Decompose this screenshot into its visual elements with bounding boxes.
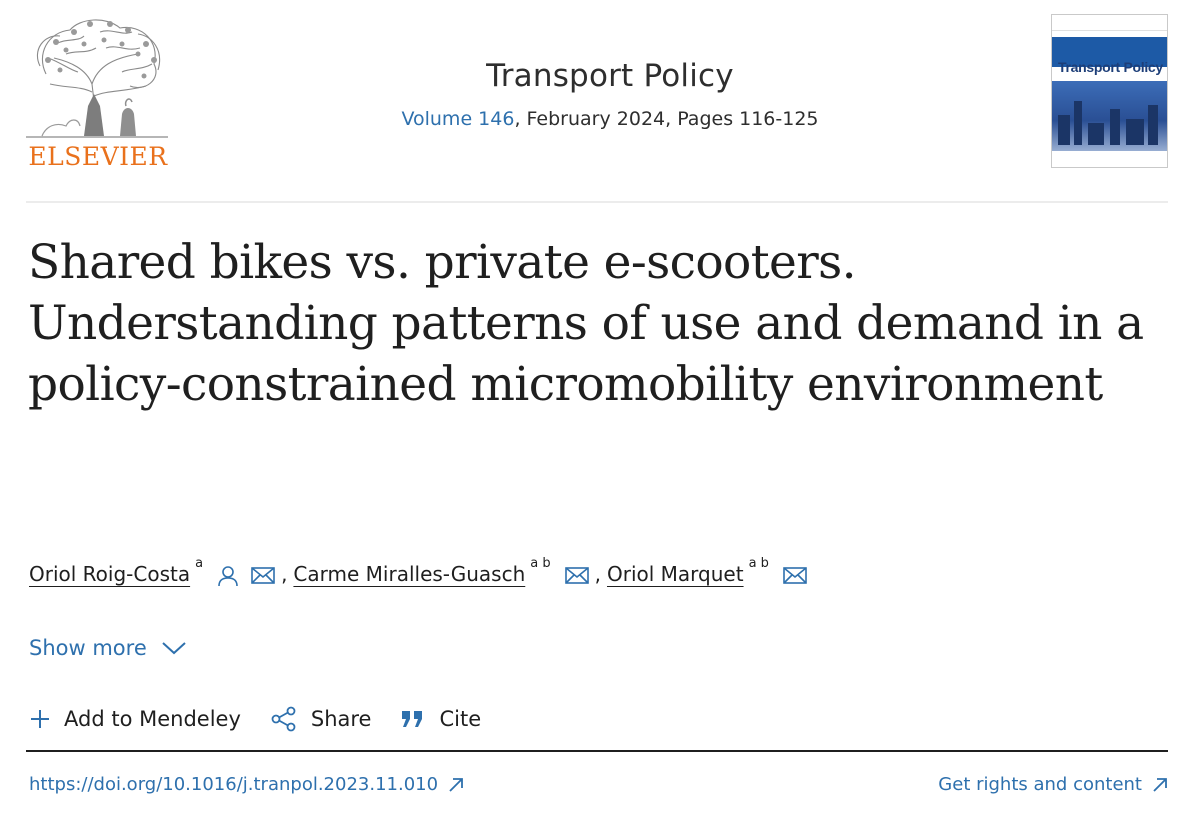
cover-footer (1052, 151, 1167, 167)
journal-cover[interactable]: Transport Policy (1051, 14, 1168, 168)
quote-icon (402, 711, 423, 727)
rights-link[interactable]: Get rights and content (938, 774, 1168, 795)
cover-top-strip (1052, 23, 1167, 31)
cite-label: Cite (439, 707, 482, 731)
email-icon[interactable] (251, 565, 275, 590)
cover-photo (1052, 81, 1167, 153)
issue-details: , February 2024, Pages 116-125 (514, 108, 819, 130)
add-to-mendeley-button[interactable]: Add to Mendeley (30, 707, 241, 731)
author-name[interactable]: Oriol Marquet (607, 562, 744, 586)
share-icon (271, 706, 296, 732)
journal-info: Transport Policy Volume 146, February 20… (300, 58, 920, 130)
author-list: Oriol Roig-Costa a , Carme Miralles-Guas… (29, 556, 807, 592)
show-more-label: Show more (29, 636, 147, 660)
email-icon[interactable] (564, 565, 589, 590)
article-title: Shared bikes vs. private e-scooters. Und… (28, 235, 1144, 412)
rights-text: Get rights and content (938, 774, 1142, 795)
author-name[interactable]: Carme Miralles-Guasch (293, 562, 525, 586)
elsevier-logo[interactable]: ELSEVIER (26, 14, 168, 172)
toolbar-divider (26, 750, 1168, 752)
journal-title[interactable]: Transport Policy (300, 58, 920, 94)
share-button[interactable]: Share (271, 706, 372, 732)
issue-line: Volume 146, February 2024, Pages 116-125 (300, 108, 920, 130)
mendeley-label: Add to Mendeley (64, 707, 241, 731)
share-label: Share (310, 707, 372, 731)
plus-icon (31, 710, 49, 728)
doi-link[interactable]: https://doi.org/10.1016/j.tranpol.2023.1… (29, 774, 464, 795)
external-link-icon (1153, 777, 1167, 792)
author-affiliation[interactable]: a (195, 556, 203, 571)
email-icon[interactable] (783, 565, 807, 590)
header-divider (26, 201, 1168, 203)
author-affiliation[interactable]: a b (530, 556, 550, 571)
article-toolbar: Add to Mendeley Share Cite (30, 706, 511, 732)
author-affiliation[interactable]: a b (749, 556, 769, 571)
author-name[interactable]: Oriol Roig-Costa (29, 562, 190, 586)
author-separator: , (281, 562, 288, 586)
cover-journal-title: Transport Policy (1058, 59, 1163, 75)
cite-button[interactable]: Cite (401, 707, 481, 731)
show-more-button[interactable]: Show more (29, 636, 187, 660)
chevron-down-icon (162, 642, 186, 655)
external-link-icon (449, 777, 463, 792)
person-icon[interactable] (217, 565, 239, 592)
author-separator: , (594, 562, 601, 586)
publisher-name: ELSEVIER (28, 142, 168, 171)
tree-logo-icon (26, 19, 168, 138)
doi-text: https://doi.org/10.1016/j.tranpol.2023.1… (29, 774, 439, 795)
volume-link[interactable]: Volume 146 (401, 108, 514, 130)
